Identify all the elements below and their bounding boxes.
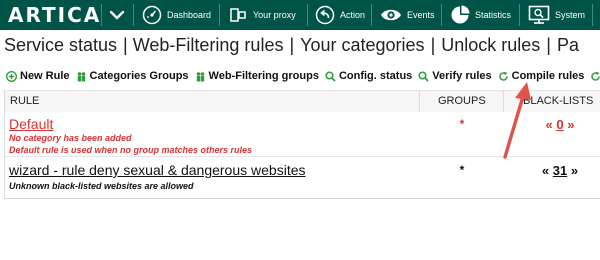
groups-value: * bbox=[459, 117, 465, 131]
pie-chart-icon bbox=[451, 5, 470, 24]
plus-circle-icon bbox=[6, 70, 17, 82]
nav-item-your-proxy[interactable]: Your proxy bbox=[228, 0, 296, 30]
nav-item-system[interactable]: System bbox=[528, 0, 585, 30]
back-arrow-icon bbox=[315, 5, 335, 25]
refresh-button[interactable] bbox=[590, 71, 600, 82]
nav-item-label: System bbox=[555, 10, 586, 20]
nav-item-label: Statistics bbox=[475, 10, 512, 20]
nav-separator bbox=[592, 4, 593, 26]
bracket-close: » bbox=[567, 117, 575, 132]
tab-web-filtering-rules[interactable]: Web-Filtering rules bbox=[133, 35, 284, 55]
bracket-open: « bbox=[545, 117, 553, 132]
nav-item-events[interactable]: Events bbox=[380, 0, 435, 30]
nav-item-action[interactable]: Action bbox=[315, 0, 365, 30]
web-filtering-groups-label: Web-Filtering groups bbox=[208, 70, 319, 82]
compile-rules-label: Compile rules bbox=[511, 70, 585, 82]
black-lists-value[interactable]: « 0 » bbox=[525, 117, 595, 132]
tab-separator: | bbox=[289, 35, 295, 55]
verify-rules-label: Verify rules bbox=[432, 70, 492, 82]
search-icon bbox=[418, 70, 429, 82]
search-icon bbox=[325, 70, 336, 82]
nav-separator bbox=[307, 4, 308, 26]
nav-item-label: Action bbox=[340, 10, 366, 20]
refresh-icon bbox=[591, 71, 600, 81]
black-lists-count-link[interactable]: 0 bbox=[556, 117, 563, 132]
tab-unlock-rules[interactable]: Unlock rules bbox=[441, 35, 540, 55]
users-icon bbox=[77, 71, 85, 81]
nav-separator bbox=[371, 4, 372, 26]
nav-separator bbox=[219, 4, 220, 26]
logo[interactable]: ARTICA bbox=[0, 0, 100, 30]
nav-item-label: Your proxy bbox=[253, 10, 296, 20]
tab-service-status[interactable]: Service status bbox=[4, 35, 117, 55]
top-navigation-bar: ARTICA Dashboard Your proxy Action Event… bbox=[0, 0, 600, 30]
new-rule-button[interactable]: New Rule bbox=[6, 70, 70, 82]
users-icon bbox=[196, 71, 204, 81]
groups-value: * bbox=[459, 163, 465, 177]
nav-separator bbox=[441, 4, 442, 26]
rule-title-link[interactable]: wizard - rule deny sexual & dangerous we… bbox=[9, 162, 306, 178]
tab-bar: Service status | Web-Filtering rules | Your … bbox=[4, 33, 579, 57]
proxy-icon bbox=[230, 8, 246, 22]
nav-separator bbox=[519, 4, 520, 26]
nav-item-label: Dashboard bbox=[167, 10, 212, 20]
chevron-down-icon bbox=[109, 10, 125, 20]
compile-rules-button[interactable]: Compile rules bbox=[498, 70, 585, 82]
column-header-rule[interactable]: RULE bbox=[10, 95, 39, 107]
eye-icon bbox=[381, 9, 401, 21]
monitor-icon bbox=[528, 5, 550, 24]
nav-separator bbox=[101, 4, 102, 26]
web-filtering-groups-button[interactable]: Web-Filtering groups bbox=[195, 70, 319, 82]
black-lists-value[interactable]: « 31 » bbox=[525, 163, 595, 178]
logo-text: ARTICA bbox=[8, 3, 102, 27]
verify-rules-button[interactable]: Verify rules bbox=[418, 70, 492, 82]
column-header-groups[interactable]: GROUPS bbox=[438, 95, 486, 107]
nav-item-label: Events bbox=[407, 10, 435, 20]
menu-chevron-button[interactable] bbox=[106, 4, 128, 26]
refresh-icon bbox=[498, 71, 508, 81]
rule-title-link[interactable]: Default bbox=[9, 116, 53, 132]
nav-item-dashboard[interactable]: Dashboard bbox=[142, 0, 211, 30]
tab-separator: | bbox=[546, 35, 551, 55]
config-status-button[interactable]: Config. status bbox=[325, 70, 412, 82]
new-rule-label: New Rule bbox=[20, 70, 70, 82]
nav-separator bbox=[133, 4, 134, 26]
rule-description: Default rule is used when no group match… bbox=[9, 145, 253, 155]
tab-separator: | bbox=[123, 35, 128, 55]
black-lists-count-link[interactable]: 31 bbox=[553, 163, 567, 178]
column-header-black-lists[interactable]: BLACK-LISTS bbox=[523, 95, 593, 107]
config-status-label: Config. status bbox=[338, 70, 413, 82]
tab-separator: | bbox=[430, 35, 436, 55]
toolbar: New Rule Categories Groups Web-Filtering… bbox=[6, 68, 600, 84]
bracket-open: « bbox=[541, 163, 550, 178]
rules-table: RULE GROUPS BLACK-LISTS Default No categ… bbox=[4, 90, 600, 199]
tab-your-categories[interactable]: Your categories bbox=[300, 35, 424, 55]
dashboard-icon bbox=[142, 5, 162, 25]
tab-pa[interactable]: Pa bbox=[557, 35, 579, 55]
table-header: RULE GROUPS BLACK-LISTS bbox=[5, 90, 600, 113]
categories-groups-button[interactable]: Categories Groups bbox=[76, 70, 189, 82]
nav-item-statistics[interactable]: Statistics bbox=[450, 0, 511, 30]
categories-groups-label: Categories Groups bbox=[89, 70, 189, 82]
bracket-close: » bbox=[570, 163, 579, 178]
rule-description: No category has been added bbox=[9, 133, 132, 143]
rule-description: Unknown black-listed websites are allowe… bbox=[9, 181, 194, 191]
